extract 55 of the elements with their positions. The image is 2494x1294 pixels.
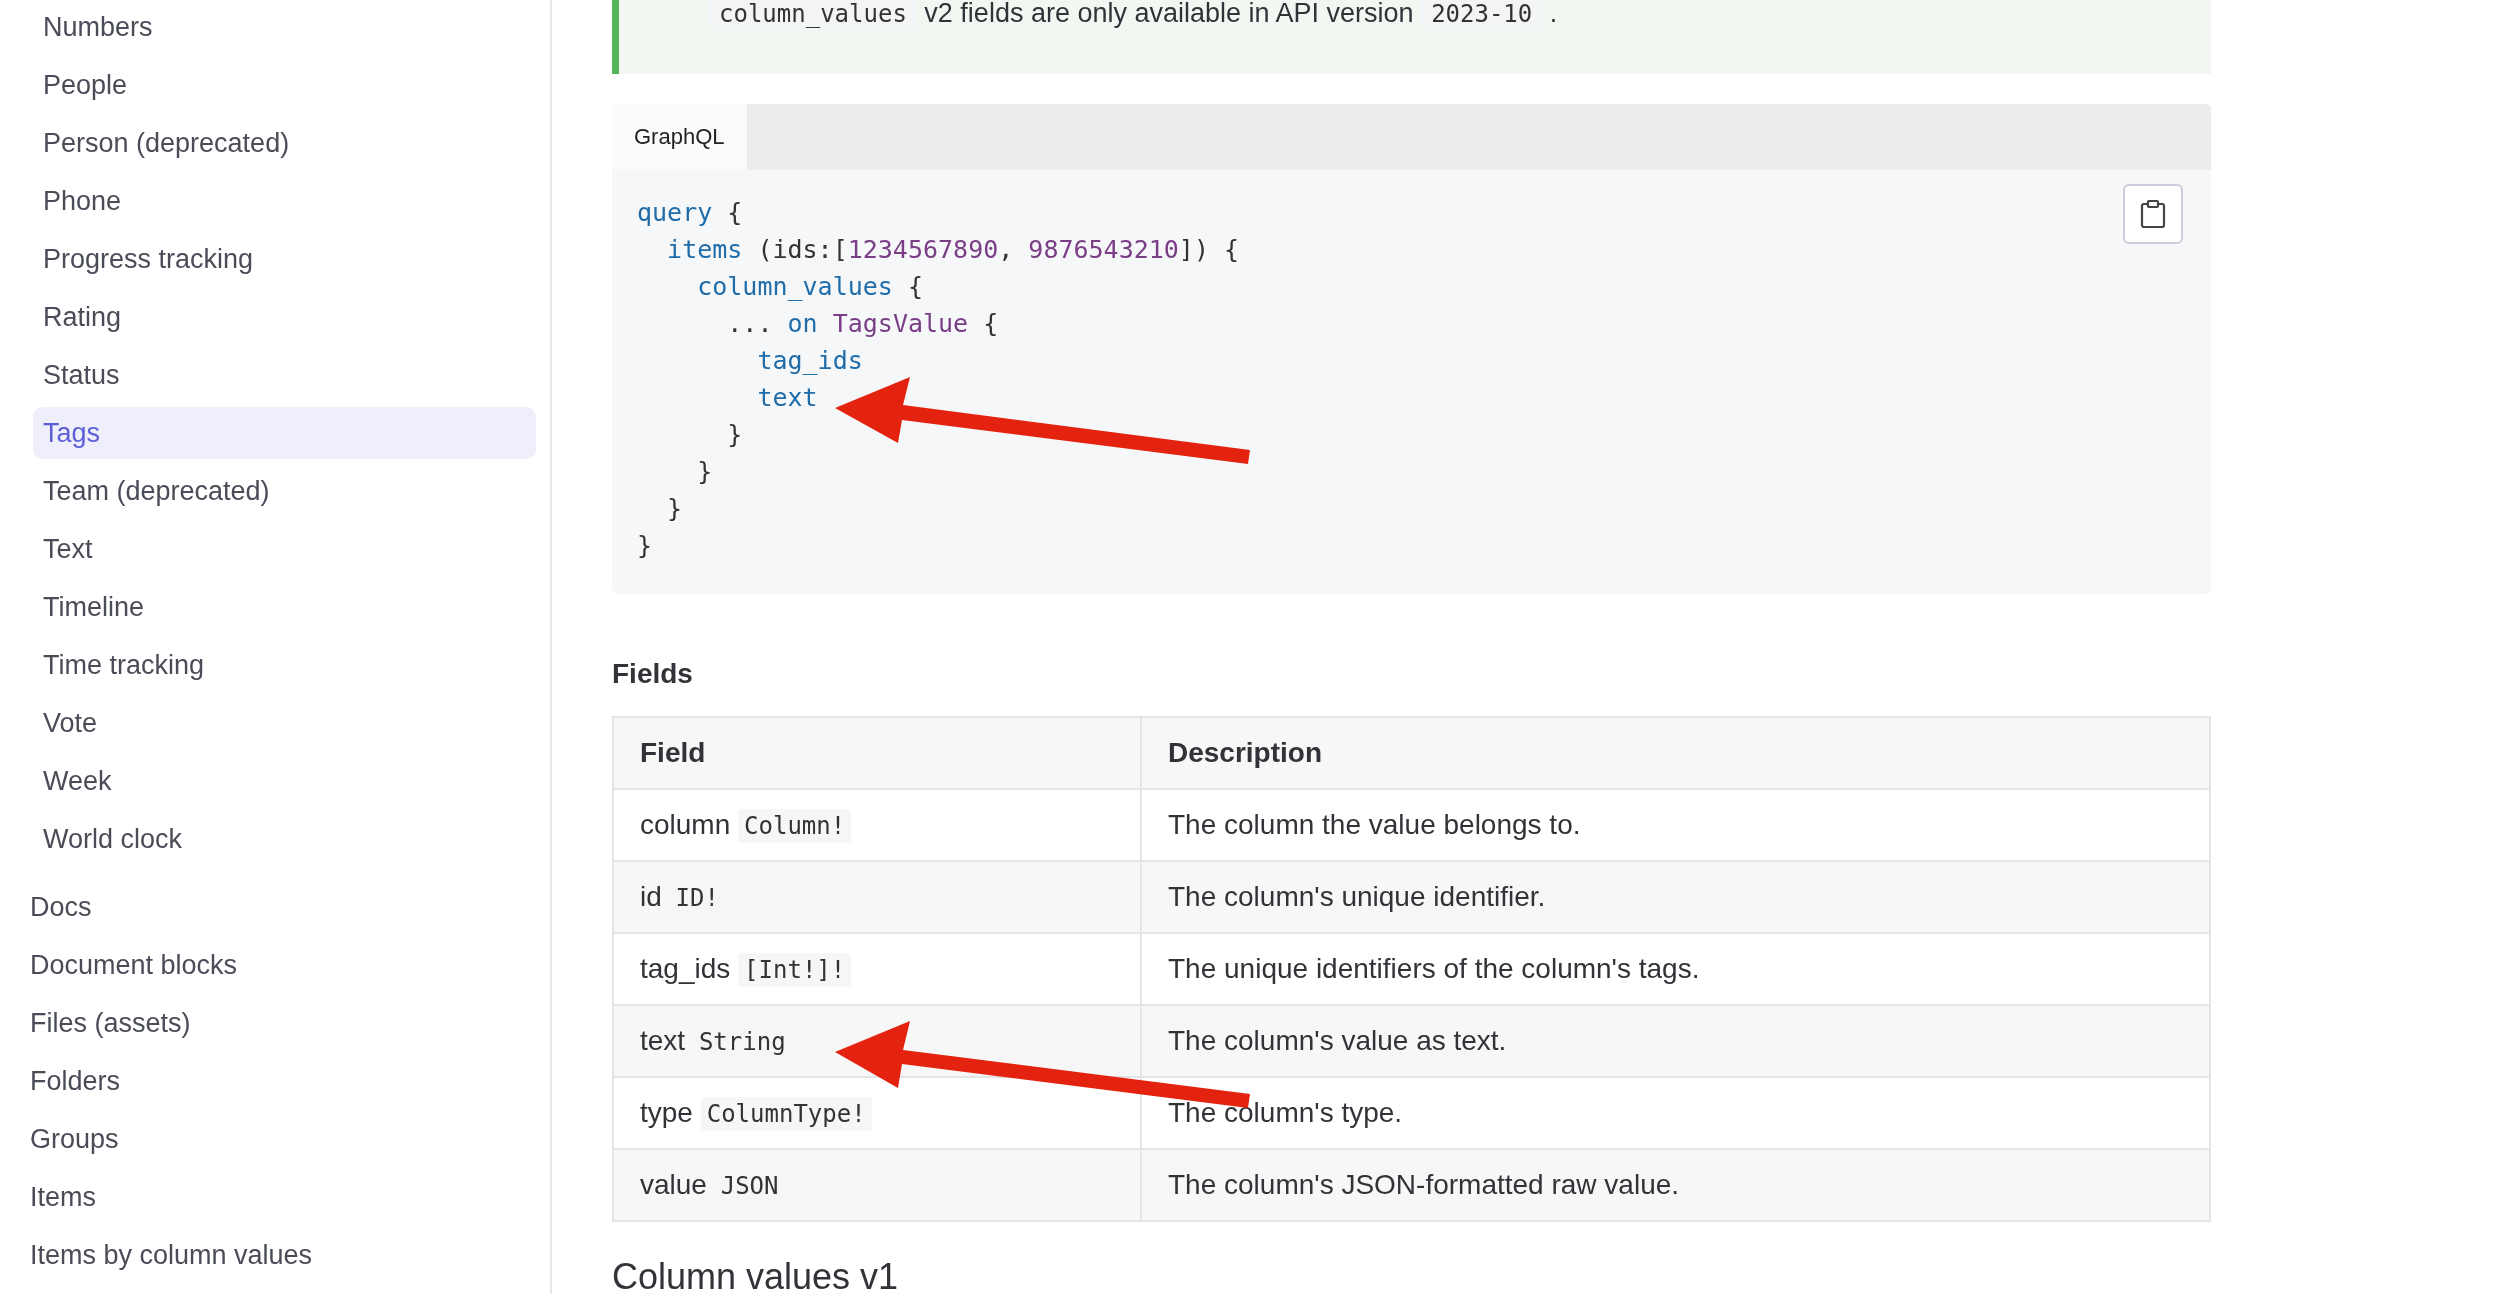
sidebar-item[interactable]: Phone	[30, 175, 536, 227]
sidebar-item[interactable]: Numbers	[30, 1, 536, 53]
field-name: text	[640, 1025, 686, 1056]
field-name: tag_ids	[640, 953, 731, 984]
field-type: ColumnType!	[700, 1097, 872, 1131]
sidebar-item[interactable]: Files (assets)	[30, 997, 536, 1049]
sidebar-item[interactable]: Items by column values	[30, 1229, 536, 1281]
column-header: Field	[613, 717, 1141, 789]
field-type: String	[692, 1025, 792, 1059]
note-text: column_values v2 fields are only available in API version 2023-10 .	[709, 0, 2211, 27]
code-line: }	[637, 530, 653, 562]
field-name: value	[640, 1169, 707, 1200]
sidebar-item[interactable]: Timeline	[30, 581, 536, 633]
sidebar-item[interactable]: Status	[30, 349, 536, 401]
code-line: tag_ids	[756, 345, 863, 377]
code-line: text	[756, 382, 818, 414]
code-line: }	[666, 493, 683, 525]
section-heading: Fields	[612, 658, 694, 690]
sidebar-item[interactable]: Time tracking	[30, 639, 536, 691]
code-line: }	[726, 419, 743, 451]
column-header: Description	[1141, 717, 2210, 789]
code-line: column_values {	[696, 271, 923, 303]
field-type: JSON	[714, 1169, 785, 1203]
field-name: column	[640, 809, 731, 840]
sidebar-item[interactable]: Rating	[30, 291, 536, 343]
table-cell: The column's unique identifier.	[1141, 861, 2210, 933]
sidebar-item[interactable]: Week	[30, 755, 536, 807]
field-name: id	[640, 881, 662, 912]
sidebar-item[interactable]: Vote	[30, 697, 536, 749]
code-line: items (ids:[1234567890, 9876543210]) {	[666, 234, 1240, 266]
sidebar-item[interactable]: Team (deprecated)	[30, 465, 536, 517]
sidebar-item[interactable]: Docs	[30, 881, 536, 933]
field-type: Column!	[738, 809, 852, 843]
clipboard-icon	[2140, 199, 2166, 229]
sidebar-item[interactable]: Tags	[33, 407, 536, 459]
sidebar-item[interactable]: Text	[30, 523, 536, 575]
copy-button[interactable]	[2123, 184, 2183, 244]
table-cell: The column's value as text.	[1141, 1005, 2210, 1077]
sidebar-item[interactable]: Groups	[30, 1113, 536, 1165]
sidebar-item[interactable]: Progress tracking	[30, 233, 536, 285]
sidebar-item[interactable]: World clock	[30, 813, 536, 865]
field-type: [Int!]!	[738, 953, 852, 987]
sidebar-item[interactable]: People	[30, 59, 536, 111]
table-cell: The column's JSON-formatted raw value.	[1141, 1149, 2210, 1221]
sidebar-item[interactable]: Person (deprecated)	[30, 117, 536, 169]
language-tab[interactable]: GraphQL	[612, 104, 747, 170]
code-line: query {	[637, 197, 743, 229]
code-line: }	[696, 456, 713, 488]
sidebar-item[interactable]: Folders	[30, 1055, 536, 1107]
sidebar-item[interactable]: Document blocks	[30, 939, 536, 991]
code-line: ... on TagsValue {	[726, 308, 999, 340]
section-heading: Column values v1	[612, 1256, 900, 1294]
sidebar-item[interactable]: Items	[30, 1171, 536, 1223]
field-type: ID!	[669, 881, 725, 915]
field-name: type	[640, 1097, 693, 1128]
